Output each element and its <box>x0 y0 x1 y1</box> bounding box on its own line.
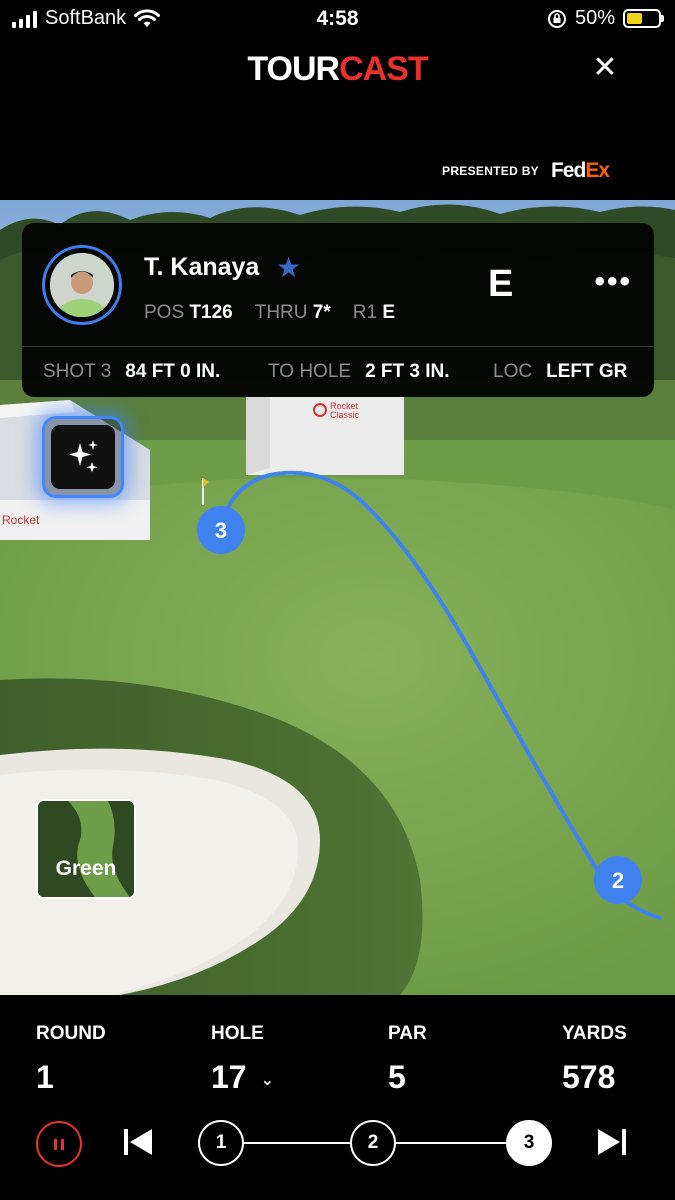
skip-back-icon <box>124 1129 152 1155</box>
avatar <box>50 253 114 317</box>
position-stat: POS T126 <box>144 302 233 323</box>
thru-stat: THRU 7* <box>254 302 331 323</box>
yards-label: YARDS <box>562 1023 627 1044</box>
sponsor-banner: PRESENTED BY FedEx <box>442 159 610 183</box>
player-photo <box>50 253 114 317</box>
next-shot-button[interactable] <box>594 1126 630 1158</box>
divider <box>22 346 654 347</box>
fedex-logo: FedEx <box>550 159 610 182</box>
svg-text:3: 3 <box>215 518 227 543</box>
hole-selector[interactable]: HOLE 17 ⌄ <box>211 1023 274 1096</box>
round-label: ROUND <box>36 1023 106 1044</box>
par-value: 5 <box>388 1059 406 1095</box>
favorite-star-icon[interactable]: ★ <box>276 251 301 284</box>
tourcast-logo: TOURCAST <box>247 50 428 88</box>
app-header: TOURCAST ✕ PRESENTED BY FedEx <box>0 38 675 200</box>
player-stats: POS T126 THRU 7* R1 E <box>144 302 395 324</box>
shot-node-2[interactable]: 2 <box>350 1120 396 1166</box>
skip-forward-icon <box>598 1129 626 1155</box>
pause-icon <box>54 1138 57 1150</box>
shot-distance: SHOT 3 84 FT 0 IN. <box>43 361 221 382</box>
previous-shot-button[interactable] <box>120 1126 156 1158</box>
presented-by-label: PRESENTED BY <box>442 164 539 178</box>
shot-node-3[interactable]: 3 <box>506 1120 552 1166</box>
green-thumbnail <box>38 801 134 897</box>
battery-percent: 50% <box>574 7 615 29</box>
total-score: E <box>488 263 514 305</box>
shot-marker-3[interactable]: 3 <box>197 506 245 554</box>
chevron-down-icon[interactable]: ⌄ <box>261 1070 274 1090</box>
player-avatar[interactable] <box>42 245 122 325</box>
shot-node-1[interactable]: 1 <box>198 1120 244 1166</box>
par-label: PAR <box>388 1023 427 1044</box>
view-label: Green <box>55 857 117 880</box>
status-bar: SoftBank 4:58 50% <box>0 0 675 38</box>
pause-button[interactable] <box>36 1121 82 1167</box>
more-options-icon[interactable]: ••• <box>594 265 632 299</box>
svg-text:2: 2 <box>612 868 624 893</box>
yards-value: 578 <box>562 1059 616 1095</box>
round-info: ROUND 1 <box>36 1023 106 1096</box>
hole-value-row: 17 ⌄ <box>211 1059 274 1096</box>
par-info: PAR 5 <box>388 1023 427 1096</box>
hole-info-panel: ROUND 1 HOLE 17 ⌄ PAR 5 YARDS 578 <box>0 995 675 1200</box>
camera-view-toggle[interactable]: Green <box>36 799 136 899</box>
round-value: 1 <box>36 1059 54 1095</box>
player-name: T. Kanaya <box>144 253 260 281</box>
shot-marker-2[interactable]: 2 <box>594 856 642 904</box>
ball-location: LOC LEFT GR <box>493 361 628 382</box>
close-button[interactable]: ✕ <box>585 48 625 88</box>
shot-playback-controls: 1 2 3 <box>0 1118 675 1168</box>
round-stat: R1 E <box>352 302 396 323</box>
ai-button-face <box>51 425 115 489</box>
player-card[interactable]: T. Kanaya ★ POS T126 THRU 7* R1 E E ••• … <box>22 223 654 397</box>
close-icon: ✕ <box>592 51 618 84</box>
sparkle-icon <box>69 440 98 473</box>
shot-details: SHOT 3 84 FT 0 IN. TO HOLE 2 FT 3 IN. LOC L… <box>43 361 634 383</box>
orientation-lock-icon <box>547 9 566 28</box>
hole-value: 17 <box>211 1059 247 1095</box>
hole-label: HOLE <box>211 1023 264 1044</box>
rocket-sign-left: Rocket <box>2 513 40 527</box>
battery-icon <box>623 9 664 28</box>
yards-info: YARDS 578 <box>562 1023 627 1096</box>
battery-group: 50% <box>547 7 664 30</box>
sign-word-classic: Classic <box>330 410 360 420</box>
distance-to-hole: TO HOLE 2 FT 3 IN. <box>268 361 450 382</box>
ai-insights-button[interactable] <box>42 416 124 498</box>
